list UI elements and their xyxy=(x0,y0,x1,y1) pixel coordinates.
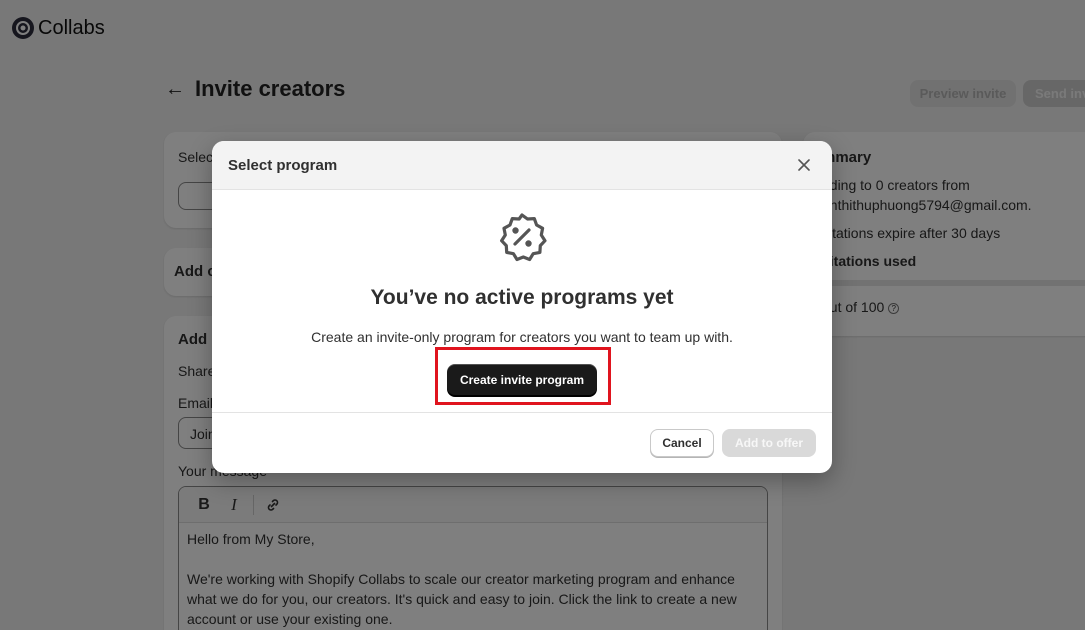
modal-footer: Cancel Add to offer xyxy=(212,412,832,473)
discount-badge-icon xyxy=(496,211,548,268)
modal-title: Select program xyxy=(228,156,338,174)
empty-state-description: Create an invite-only program for creato… xyxy=(311,329,733,345)
modal-body: You’ve no active programs yet Create an … xyxy=(212,190,832,412)
empty-state-title: You’ve no active programs yet xyxy=(370,286,674,309)
cancel-button[interactable]: Cancel xyxy=(650,429,714,457)
create-invite-program-button[interactable]: Create invite program xyxy=(447,364,597,395)
modal-header: Select program xyxy=(212,141,832,190)
close-icon[interactable] xyxy=(792,153,816,177)
select-program-modal: Select program You’ve no active programs… xyxy=(212,141,832,473)
add-to-offer-button[interactable]: Add to offer xyxy=(722,429,816,457)
